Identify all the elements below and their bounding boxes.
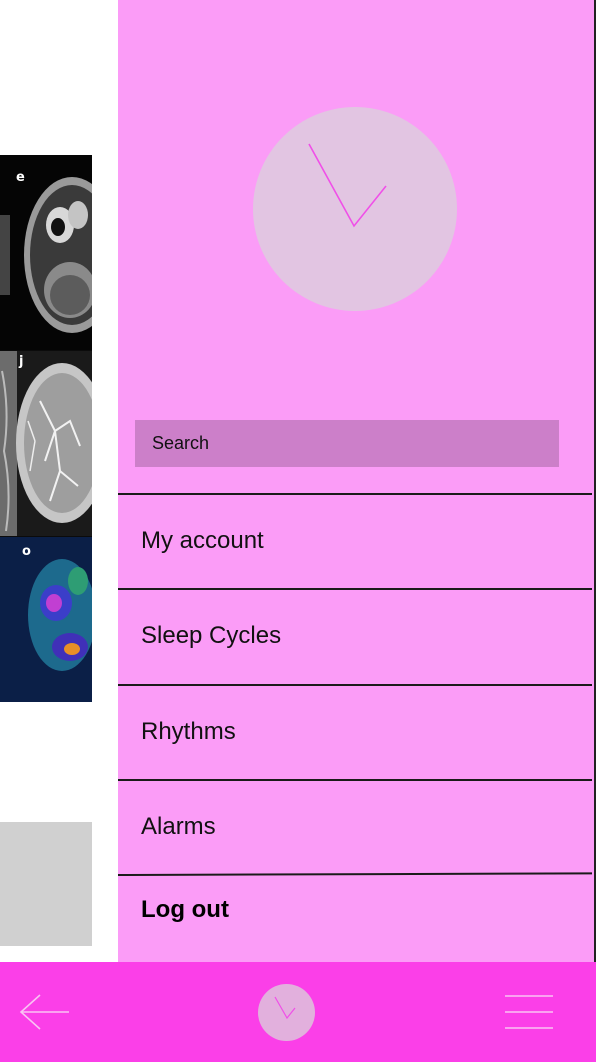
medical-scan-image: e j o [0,155,92,702]
scan-panel-j [0,351,92,536]
search-input[interactable] [152,433,532,454]
menu-item-label: My account [141,527,264,554]
brain-scan-graphic [0,177,92,333]
menu-button[interactable] [504,992,554,1032]
background-content: e j o [0,0,118,962]
angiogram-graphic [0,351,92,536]
scan-label-e: e [16,170,25,185]
hamburger-menu-icon [505,995,553,1029]
menu-item-label: Alarms [141,813,216,840]
arrow-left-icon [19,994,69,1030]
scan-label-j: j [19,354,24,369]
home-button[interactable] [258,984,315,1041]
menu-item-sleep-cycles[interactable]: Sleep Cycles [118,590,592,682]
scan-panel-o [0,537,92,702]
menu-item-alarms[interactable]: Alarms [118,781,592,873]
search-bar[interactable] [135,420,559,467]
clock-hands-icon [308,143,387,228]
scan-panel-e [0,155,92,350]
navigation-drawer: My account Sleep Cycles Rhythms Alarms L… [117,0,596,962]
menu-item-rhythms[interactable]: Rhythms [118,686,592,778]
clock-home-icon [274,996,296,1020]
scan-label-o: o [22,544,31,559]
menu-item-label: Rhythms [141,718,236,745]
bottom-navigation-bar [0,962,596,1062]
menu-item-label: Log out [141,896,229,923]
menu-item-my-account[interactable]: My account [118,495,592,587]
placeholder-block [0,822,92,946]
menu-item-log-out[interactable]: Log out [118,876,592,944]
pet-scan-graphic [0,537,92,702]
menu-item-label: Sleep Cycles [141,622,282,649]
back-button[interactable] [18,992,72,1032]
app-logo [253,107,457,311]
